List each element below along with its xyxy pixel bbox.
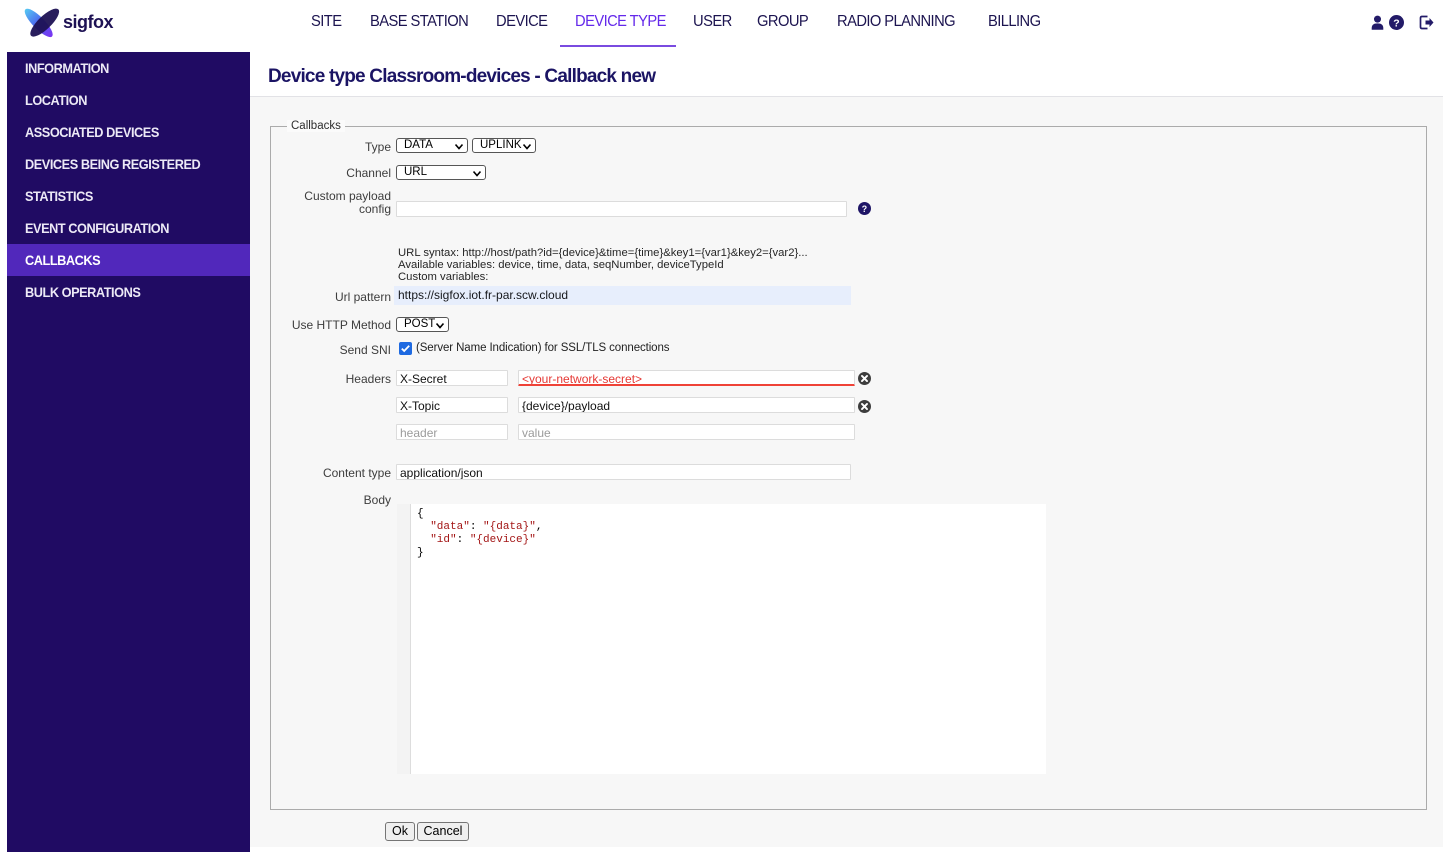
svg-text:?: ? bbox=[862, 204, 867, 214]
svg-text:?: ? bbox=[1393, 17, 1399, 29]
